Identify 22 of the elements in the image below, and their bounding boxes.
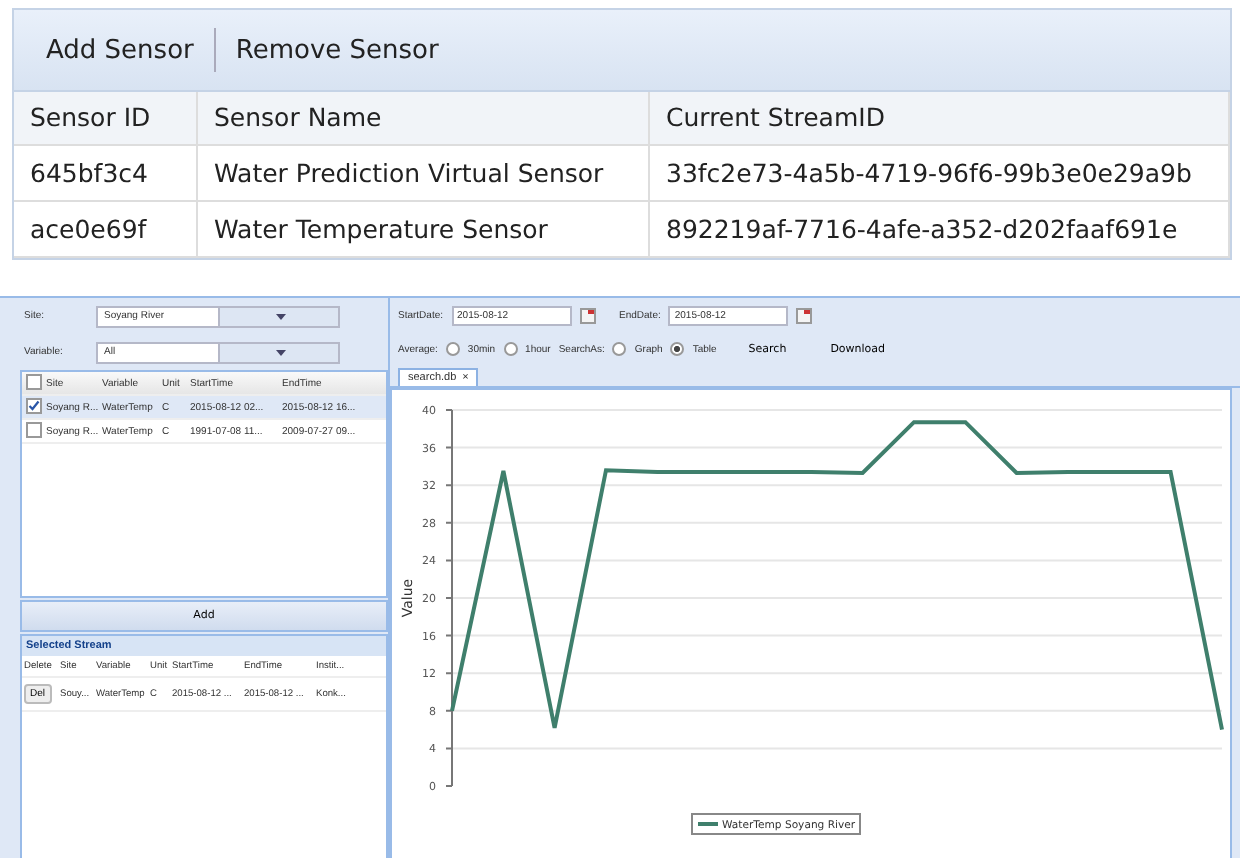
calendar-icon[interactable] bbox=[579, 307, 596, 323]
checkbox[interactable] bbox=[26, 421, 42, 437]
radio-button[interactable] bbox=[670, 342, 685, 356]
radio-button[interactable] bbox=[445, 342, 460, 356]
calendar-icon[interactable] bbox=[796, 307, 813, 323]
radio-button[interactable] bbox=[612, 342, 627, 356]
table-cell: 892219af-7716-4afe-a352-d202faaf691e bbox=[650, 202, 1230, 258]
column-header[interactable]: Sensor ID bbox=[14, 92, 198, 146]
radio-button[interactable] bbox=[503, 342, 518, 356]
column-header[interactable]: Sensor Name bbox=[198, 92, 650, 146]
caret-icon[interactable] bbox=[217, 343, 338, 361]
checkbox[interactable] bbox=[26, 373, 42, 389]
checkbox[interactable] bbox=[26, 397, 42, 413]
table-cell: ace0e69f bbox=[14, 202, 198, 258]
column-header[interactable]: Current StreamID bbox=[650, 92, 1230, 146]
table-cell: Water Prediction Virtual Sensor bbox=[198, 146, 650, 202]
table-cell: 645bf3c4 bbox=[14, 146, 198, 202]
toolbar-button[interactable]: Remove Sensor bbox=[215, 27, 459, 73]
table-cell: Water Temperature Sensor bbox=[198, 202, 650, 258]
caret-icon[interactable] bbox=[217, 307, 338, 325]
table-cell: 33fc2e73-4a5b-4719-96f6-99b3e0e29a9b bbox=[650, 146, 1230, 202]
toolbar-button[interactable]: Add Sensor bbox=[26, 27, 214, 73]
